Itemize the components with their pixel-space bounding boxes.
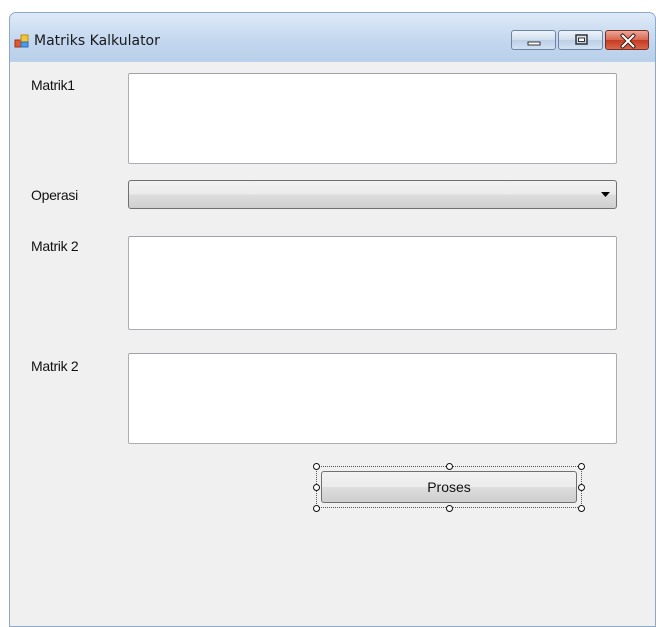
matrix2-label: Matrik 2 — [31, 238, 79, 254]
form-window: Matriks Kalkulator Matrik1 Operasi Matri… — [9, 12, 656, 627]
minimize-button[interactable] — [511, 30, 556, 50]
proses-button[interactable]: Proses — [321, 471, 577, 503]
resize-handle-bottom-left[interactable] — [313, 505, 320, 512]
matrix1-textbox[interactable] — [128, 73, 617, 164]
resize-handle-bottom[interactable] — [446, 505, 453, 512]
resize-handle-top[interactable] — [446, 463, 453, 470]
title-bar[interactable]: Matriks Kalkulator — [10, 13, 655, 61]
resize-handle-left[interactable] — [313, 484, 320, 491]
maximize-button[interactable] — [558, 30, 603, 50]
form-client-area: Matrik1 Operasi Matrik 2 Matrik 2 Proses — [10, 62, 655, 626]
result-textbox[interactable] — [128, 353, 617, 444]
resize-handle-top-left[interactable] — [313, 463, 320, 470]
matrix2-textbox[interactable] — [128, 236, 617, 330]
close-icon — [620, 33, 636, 49]
operation-combobox[interactable] — [128, 180, 617, 209]
resize-handle-bottom-right[interactable] — [578, 505, 585, 512]
result-label: Matrik 2 — [31, 358, 79, 374]
chevron-down-icon — [601, 192, 610, 197]
resize-handle-top-right[interactable] — [578, 463, 585, 470]
operation-label: Operasi — [31, 187, 78, 203]
resize-handle-right[interactable] — [578, 484, 585, 491]
close-button[interactable] — [605, 30, 649, 50]
form-icon — [14, 34, 29, 48]
window-title: Matriks Kalkulator — [34, 33, 160, 49]
maximize-icon — [575, 34, 588, 45]
minimize-icon — [527, 41, 541, 46]
matrix1-label: Matrik1 — [31, 77, 75, 93]
